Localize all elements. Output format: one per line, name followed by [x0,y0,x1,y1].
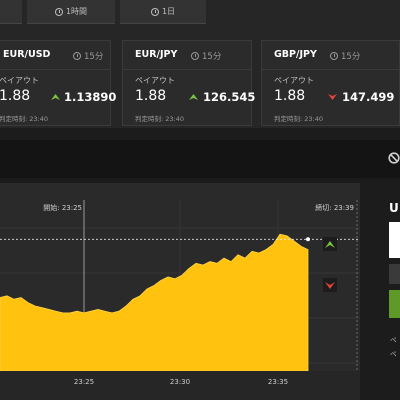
asset-card-gbpjpy[interactable]: GBP/JPY 15分 ペイアウト 1.88 147.499 判定時刻: 23:… [261,40,400,126]
call-button[interactable] [323,237,337,251]
card-judge-time: 判定時刻: 23:40 [0,115,48,123]
divider [262,69,399,70]
clock-icon [191,52,199,60]
asset-cards: EUR/USD 15分 ペイアウト 1.88 1.13890 判定時刻: 23:… [0,28,400,128]
start-label: 開始: 23:25 [43,203,82,212]
card-timeframe: 15分 [191,50,221,62]
end-label: 締切: 23:39 [315,203,354,212]
clock-icon [330,52,338,60]
x-tick-label: 23:35 [268,378,288,386]
card-timeframe-label: 15分 [84,52,104,62]
clock-icon [150,7,159,16]
clock-icon [73,52,81,60]
clock-icon [54,7,63,16]
amount-box[interactable] [389,264,400,284]
amount-input[interactable] [389,222,400,258]
x-tick-label: 23:25 [74,378,94,386]
asset-card-eurusd[interactable]: EUR/USD 15分 ペイアウト 1.88 1.13890 判定時刻: 23:… [0,40,116,126]
trading-screen: 1時間 1日 EUR/USD 15分 ペイアウト 1.88 1.13890 判定… [0,0,400,400]
panel-note: ペ [390,350,397,358]
card-payout: 1.88 [135,88,167,104]
card-payout-label: ペイアウト [274,76,314,85]
card-payout-label: ペイアウト [0,76,39,85]
card-timeframe-label: 15分 [202,52,222,62]
card-payout: 1.88 [0,88,31,104]
tab-label: 1時間 [65,7,88,16]
arrow-up-icon [51,94,60,100]
current-price-dot [306,237,310,242]
tab-1-hour[interactable]: 1時間 [27,0,115,24]
asset-card-eurjpy[interactable]: EUR/JPY 15分 ペイアウト 1.88 126.545 判定時刻: 23:… [122,40,256,126]
card-rate: 126.545 [203,90,256,104]
card-timeframe: 15分 [330,50,360,62]
card-pair: EUR/JPY [135,49,178,60]
timeframe-tab-bar: 1時間 1日 [0,0,400,28]
price-area [0,233,309,372]
card-judge-time: 判定時刻: 23:40 [274,115,323,123]
card-rate: 1.13890 [64,90,117,104]
arrow-up-icon [189,94,198,100]
card-pair: GBP/JPY [274,49,317,60]
panel-note: ペ [390,336,397,344]
tab-label: 1日 [161,7,176,16]
tab-1-day[interactable]: 1日 [120,0,206,24]
price-chart[interactable]: 開始: 23:25 締切: 23:39 23:25 23:30 23:35 [0,183,360,400]
card-timeframe: 15分 [73,50,103,62]
card-judge-time: 判定時刻: 23:40 [135,115,184,123]
card-payout: 1.88 [274,88,306,104]
tab-partial[interactable] [0,0,22,24]
panel-title: U [389,201,399,215]
card-pair: EUR/USD [3,49,51,60]
buy-button[interactable] [389,290,400,318]
card-timeframe-label: 15分 [341,52,361,62]
toolbar-band [0,140,400,178]
card-rate: 147.499 [342,90,395,104]
prohibited-icon[interactable] [388,152,400,164]
chart-svg: 開始: 23:25 締切: 23:39 23:25 23:30 23:35 [0,200,360,400]
x-tick-label: 23:30 [170,378,190,386]
divider [123,69,251,70]
card-payout-label: ペイアウト [135,76,175,85]
put-button[interactable] [323,278,337,292]
arrow-down-icon [328,94,337,100]
divider [0,69,110,70]
